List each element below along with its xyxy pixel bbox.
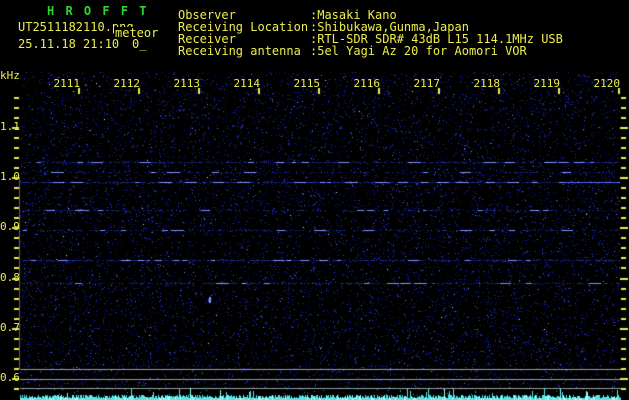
spectrogram-canvas	[0, 60, 629, 400]
hrofft-window: H R O F F T UT2511182110.png meteor 25.1…	[0, 0, 629, 400]
info-row-observer: Observer:Masaki Kano	[178, 4, 563, 22]
freq-label-1-0: 1.0	[0, 170, 20, 183]
station-info: Observer:Masaki Kano Receiving Location:…	[178, 4, 563, 58]
antenna-label: Receiving antenna	[178, 44, 301, 58]
time-label-2114: 2114	[233, 77, 261, 90]
time-label-2116: 2116	[353, 77, 381, 90]
time-label-2120: 2120	[593, 77, 621, 90]
meteor-count: 0_	[132, 37, 147, 51]
freq-label-0-6: 0.6	[0, 371, 20, 384]
antenna-value: 5el Yagi Az 20 for Aomori VOR	[317, 44, 527, 58]
info-row-antenna: Receiving antenna:5el Yagi Az 20 for Aom…	[178, 40, 563, 58]
freq-label-0-7: 0.7	[0, 321, 20, 334]
time-label-2112: 2112	[113, 77, 141, 90]
time-label-2119: 2119	[533, 77, 561, 90]
info-row-location: Receiving Location:Shibukawa,Gunma,Japan	[178, 16, 563, 34]
time-label-2118: 2118	[473, 77, 501, 90]
freq-label-1-1: 1.1	[0, 120, 20, 133]
info-row-receiver: Receiver:RTL-SDR SDR# 43dB L15 114.1MHz …	[178, 28, 563, 46]
khz-unit-label: kHz	[0, 69, 20, 82]
freq-label-0-9: 0.9	[0, 220, 20, 233]
time-label-2117: 2117	[413, 77, 441, 90]
time-label-2111: 2111	[53, 77, 81, 90]
freq-label-0-8: 0.8	[0, 271, 20, 284]
time-label-2115: 2115	[293, 77, 321, 90]
datetime-label: 25.11.18 21:10	[18, 37, 120, 51]
time-label-2113: 2113	[173, 77, 201, 90]
app-title: H R O F F T	[47, 4, 149, 18]
